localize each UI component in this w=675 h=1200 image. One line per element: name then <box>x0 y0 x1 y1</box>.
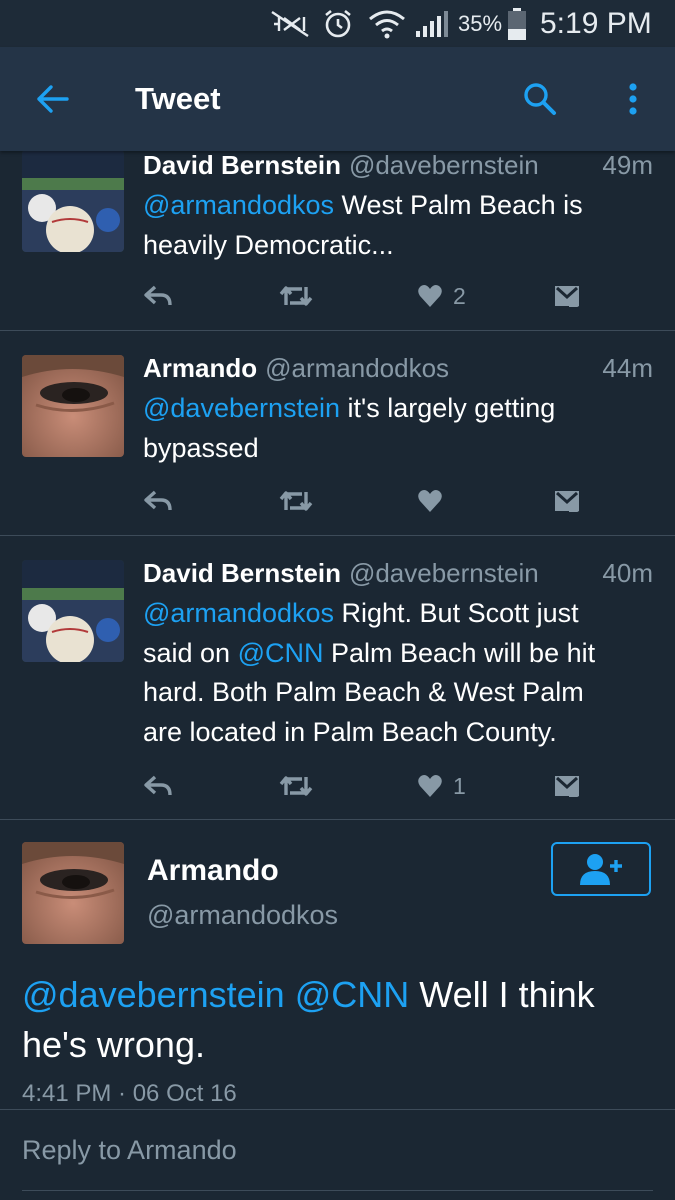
tweet-text-segment: Right. But Scott just <box>334 598 579 628</box>
like-count: 2 <box>453 282 466 309</box>
tweet-text-segment: Well I think <box>409 974 595 1015</box>
tweet-text: @armandodkos West Palm Beach is heavily … <box>143 186 647 265</box>
tweet-header: David Bernstein @davebernstein 40m <box>143 558 653 592</box>
mention-link[interactable]: @CNN <box>238 638 324 668</box>
retweet-icon[interactable] <box>278 768 314 804</box>
tweet-text-segment: hard. Both Palm Beach & West Palm <box>143 677 584 707</box>
search-icon[interactable] <box>518 77 562 121</box>
focused-author-name[interactable]: Armando <box>147 854 279 888</box>
reply-icon[interactable] <box>143 483 173 519</box>
tweet-author-handle: @armandodkos <box>265 353 450 383</box>
reply-icon[interactable] <box>143 768 173 804</box>
focused-author-handle: @armandodkos <box>147 900 339 930</box>
tweet-author-name[interactable]: Armando <box>143 353 257 384</box>
tweet-time: 44m <box>602 353 653 383</box>
avatar[interactable] <box>22 842 124 944</box>
clock: 5:19 PM <box>540 6 652 40</box>
like-icon[interactable] <box>417 483 453 519</box>
mention-link[interactable]: @CNN <box>295 974 410 1015</box>
tweet-author-handle: @davebernstein <box>348 558 539 588</box>
retweet-icon[interactable] <box>278 483 314 519</box>
tweet-text-segment: are located in Palm Beach County. <box>143 716 557 747</box>
tweet-header: Armando @armandodkos 44m <box>143 353 653 387</box>
battery-percent: 35% <box>458 10 503 36</box>
reply-input[interactable]: Reply to Armando <box>22 1110 653 1191</box>
tweet-time: 40m <box>602 558 653 588</box>
focused-tweet-text: @davebernstein @CNN Well I think he's wr… <box>22 970 655 1070</box>
tweet-header: David Bernstein @davebernstein 49m <box>143 150 653 184</box>
tweet-text: @davebernstein it's largely getting bypa… <box>143 389 647 468</box>
like-icon[interactable]: 2 <box>417 278 466 314</box>
avatar[interactable] <box>22 560 124 662</box>
like-count: 1 <box>453 772 466 799</box>
tweet-time: 49m <box>602 150 653 180</box>
battery-icon <box>506 0 528 47</box>
follow-button[interactable] <box>551 842 651 896</box>
tweet-actions: 1 <box>143 768 603 804</box>
mention-link[interactable]: @armandodkos <box>143 190 334 220</box>
focused-tweet: Armando @armandodkos @davebernstein @CNN… <box>0 820 675 1110</box>
avatar[interactable] <box>22 150 124 252</box>
reply-icon[interactable] <box>143 278 173 314</box>
tweet-actions: 2 <box>143 278 603 314</box>
tweet-author-handle: @davebernstein <box>348 150 539 180</box>
mention-link[interactable]: @armandodkos <box>143 598 334 628</box>
alarm-icon <box>322 0 354 47</box>
signal-icon <box>414 0 450 47</box>
tweet-text-segment: West Palm Beach is <box>334 190 583 220</box>
reply-bar: Reply to Armando <box>0 1110 675 1200</box>
page-title: Tweet <box>135 81 221 116</box>
avatar[interactable] <box>22 355 124 457</box>
more-vert-icon[interactable] <box>618 77 648 121</box>
mute-icon <box>270 0 310 47</box>
direct-message-icon[interactable] <box>553 768 581 804</box>
retweet-icon[interactable] <box>278 278 314 314</box>
tweet-text-segment: heavily Democratic... <box>143 229 394 260</box>
tweet-text-segment: Palm Beach will be hit <box>323 637 596 668</box>
status-bar: 35% 5:19 PM <box>0 0 675 47</box>
mention-link[interactable]: @davebernstein <box>143 393 340 423</box>
wifi-icon <box>368 0 406 47</box>
tweet-text-segment: he's wrong. <box>22 1024 205 1065</box>
back-arrow-icon[interactable] <box>30 77 74 121</box>
like-icon[interactable]: 1 <box>417 768 466 804</box>
direct-message-icon[interactable] <box>553 483 581 519</box>
add-user-icon <box>580 854 622 885</box>
tweet-text-segment: bypassed <box>143 432 259 463</box>
tweet-actions <box>143 483 603 519</box>
tweet-text-segment: said on <box>143 637 238 668</box>
tweet-timestamp: 4:41 PM · 06 Oct 16 <box>22 1080 237 1107</box>
app-bar: Tweet <box>0 47 675 151</box>
tweet-author-name[interactable]: David Bernstein <box>143 558 341 589</box>
tweet-text: @armandodkos Right. But Scott just said … <box>143 594 647 752</box>
tweet-author-name[interactable]: David Bernstein <box>143 150 341 181</box>
tweet-text-segment: it's largely getting <box>340 393 556 423</box>
mention-link[interactable]: @davebernstein <box>22 974 285 1015</box>
tweet-item[interactable]: Armando @armandodkos 44m @davebernstein … <box>0 331 675 536</box>
direct-message-icon[interactable] <box>553 278 581 314</box>
tweet-item[interactable]: David Bernstein @davebernstein 40m @arma… <box>0 536 675 820</box>
